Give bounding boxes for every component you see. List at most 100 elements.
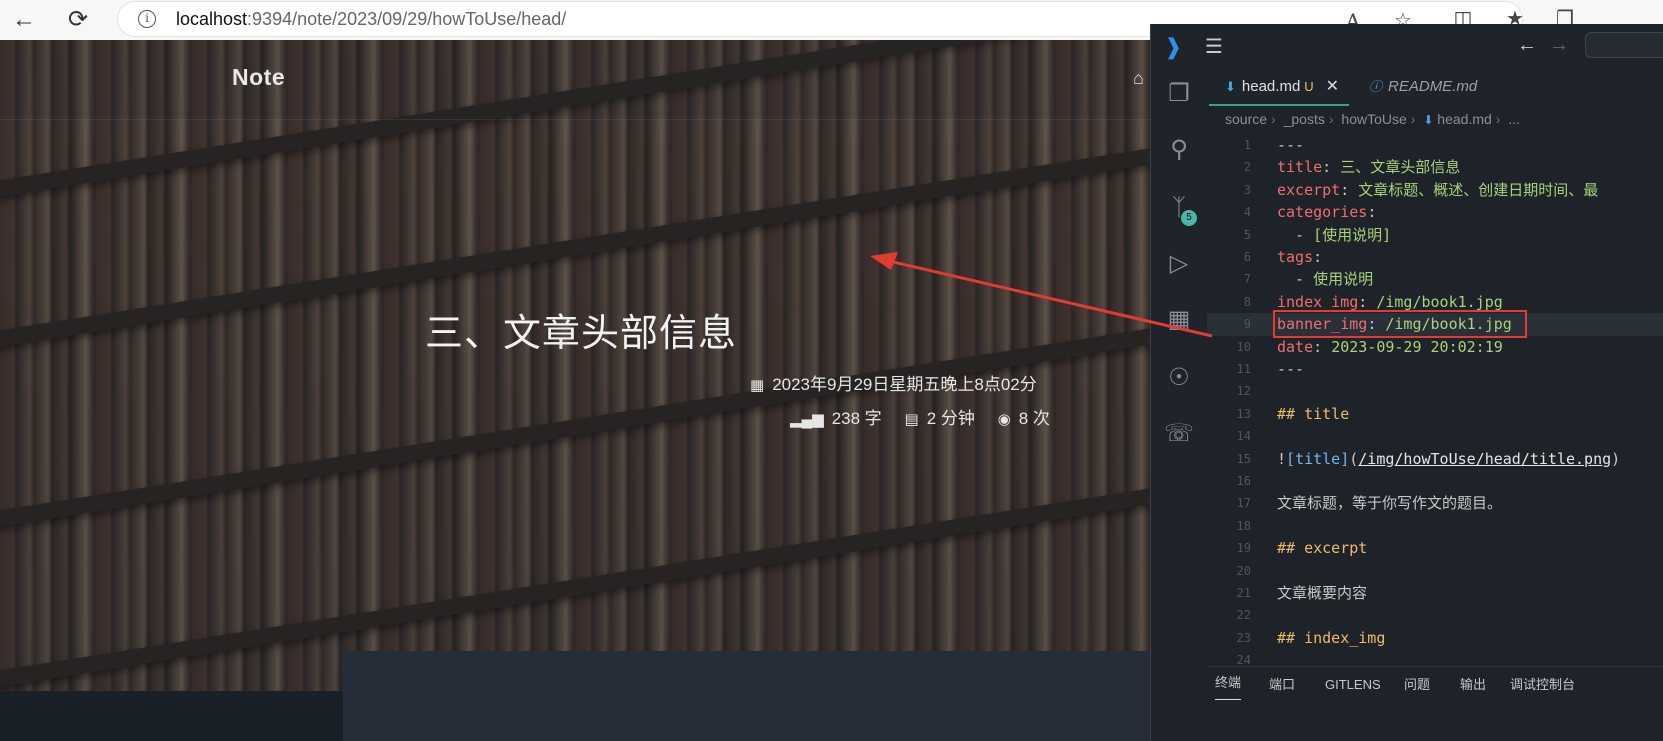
- panel-tab-output[interactable]: 输出: [1460, 667, 1486, 703]
- calendar-icon: ▦: [750, 377, 765, 394]
- post-stats: ▂▄▆ 238 字 ▤ 2 分钟 ◉ 8 次: [790, 404, 1068, 429]
- code-line[interactable]: 17 文章标题，等于你写作文的题目。: [1207, 492, 1663, 514]
- code-token: ---: [1277, 360, 1305, 378]
- code-line[interactable]: 3 excerpt: 文章标题、概述、创建日期时间、最: [1207, 179, 1663, 201]
- breadcrumb: source › _posts › howToUse › ⬇ head.md › ...: [1225, 111, 1521, 127]
- code-line[interactable]: 6 tags:: [1207, 246, 1663, 268]
- command-center[interactable]: [1585, 32, 1663, 58]
- line-number: 20: [1236, 563, 1251, 578]
- vscode-window: ❱ ☰ ← → ❐ ⚲ ᛉ5 ▷ ▦ ☉ ☏ ⬇ head.md U ✕ ⓘ READM…: [1150, 24, 1663, 741]
- home-icon[interactable]: ⌂: [1133, 68, 1144, 89]
- line-number: 18: [1236, 518, 1251, 533]
- line-number: 14: [1236, 429, 1251, 444]
- line-number: 3: [1243, 182, 1251, 197]
- code-line[interactable]: 1 ---: [1207, 134, 1663, 156]
- site-brand[interactable]: Note: [232, 64, 285, 91]
- code-editor[interactable]: 24 23 ## index_img 22 21 文章概要内容 20 19 ## excerpt…: [1207, 132, 1663, 672]
- line-number: 19: [1236, 541, 1251, 556]
- code-token: /img/howToUse/head/title.png: [1358, 449, 1612, 468]
- run-debug-icon[interactable]: ▷: [1151, 244, 1207, 284]
- code-token: -: [1277, 225, 1314, 244]
- remote-explorer-icon[interactable]: ☏: [1151, 414, 1207, 454]
- code-token: /img/book1.jpg: [1376, 292, 1503, 311]
- git-graph-icon[interactable]: ☉: [1151, 358, 1207, 398]
- chart-icon: ▂▄▆: [790, 411, 824, 428]
- code-token: :: [1313, 337, 1332, 356]
- reload-icon[interactable]: ⟳: [62, 4, 94, 36]
- back-icon[interactable]: ←: [8, 4, 40, 36]
- menu-icon[interactable]: ☰: [1205, 34, 1223, 59]
- tab-head-md[interactable]: ⬇ head.md U ✕: [1209, 68, 1349, 106]
- code-line[interactable]: 5 - [使用说明]: [1207, 224, 1663, 246]
- code-token: [使用说明]: [1313, 225, 1392, 244]
- scm-badge: 5: [1181, 210, 1197, 226]
- line-number: 1: [1243, 138, 1251, 152]
- code-line[interactable]: 15 ![title](/img/howToUse/head/title.png): [1207, 448, 1663, 470]
- code-token: ## index_img: [1277, 628, 1386, 647]
- code-token: categories: [1277, 203, 1368, 222]
- line-number: 21: [1236, 586, 1251, 600]
- code-text: 文章概要内容: [1277, 582, 1367, 604]
- code-text: 文章标题，等于你写作文的题目。: [1277, 492, 1502, 514]
- nav-forward-icon[interactable]: →: [1549, 34, 1569, 57]
- code-text: categories:: [1277, 201, 1376, 223]
- code-token: (: [1349, 449, 1359, 468]
- line-number: 22: [1236, 608, 1251, 623]
- post-content-card: [343, 651, 1150, 741]
- code-token: 2023-09-29 20:02:19: [1331, 337, 1503, 356]
- code-line[interactable]: 23 ## index_img: [1207, 627, 1663, 649]
- panel-tab-ports[interactable]: 端口: [1269, 667, 1295, 703]
- panel-tab-gitlens[interactable]: GITLENS: [1325, 667, 1381, 703]
- code-line[interactable]: 22: [1207, 604, 1663, 626]
- line-number: 8: [1243, 294, 1251, 309]
- explorer-icon[interactable]: ❐: [1151, 74, 1207, 114]
- code-text: - 使用说明: [1277, 268, 1373, 290]
- line-number: 5: [1243, 227, 1251, 242]
- code-line[interactable]: 19 ## excerpt: [1207, 537, 1663, 559]
- panel-tab-debug-console[interactable]: 调试控制台: [1510, 667, 1575, 703]
- tab-readme-md[interactable]: ⓘ README.md: [1361, 68, 1541, 106]
- code-text: excerpt: 文章标题、概述、创建日期时间、最: [1277, 179, 1598, 201]
- url-text[interactable]: localhost:9394/note/2023/09/29/howToUse/…: [176, 9, 566, 30]
- code-line[interactable]: 14: [1207, 425, 1663, 447]
- code-line[interactable]: 10 date: 2023-09-29 20:02:19: [1207, 336, 1663, 358]
- code-token: !: [1277, 449, 1287, 468]
- code-token: 文章概要内容: [1277, 584, 1368, 602]
- code-line[interactable]: 16: [1207, 470, 1663, 492]
- code-text: title: 三、文章头部信息: [1277, 156, 1460, 178]
- code-line[interactable]: 7 - 使用说明: [1207, 268, 1663, 290]
- code-token: :: [1340, 180, 1359, 199]
- code-token: ---: [1277, 136, 1305, 154]
- line-number: 11: [1236, 362, 1251, 376]
- panel-tab-terminal[interactable]: 终端: [1215, 667, 1242, 700]
- code-token: :: [1358, 292, 1377, 311]
- line-number: 4: [1243, 205, 1251, 220]
- extensions-icon[interactable]: ▦: [1151, 300, 1207, 340]
- code-token: ## title: [1277, 404, 1350, 423]
- close-icon[interactable]: ✕: [1326, 78, 1339, 95]
- code-token: 使用说明: [1313, 270, 1374, 289]
- panel-tabs: 终端 端口 GITLENS 问题 输出 调试控制台: [1207, 666, 1663, 702]
- code-line[interactable]: 21 文章概要内容: [1207, 582, 1663, 604]
- banner-image: [0, 40, 1150, 691]
- code-line[interactable]: 12: [1207, 380, 1663, 402]
- code-text: date: 2023-09-29 20:02:19: [1277, 336, 1503, 358]
- source-control-icon[interactable]: ᛉ5: [1151, 188, 1207, 228]
- info-icon[interactable]: i: [138, 10, 156, 28]
- read-time: ▤ 2 分钟: [904, 409, 975, 428]
- code-line[interactable]: 13 ## title: [1207, 403, 1663, 425]
- code-line[interactable]: 4 categories:: [1207, 201, 1663, 223]
- code-text: ![title](/img/howToUse/head/title.png): [1277, 448, 1620, 470]
- code-line[interactable]: 20: [1207, 560, 1663, 582]
- code-line[interactable]: 18: [1207, 515, 1663, 537]
- untracked-badge: U: [1304, 79, 1314, 94]
- code-token: title: [1277, 158, 1323, 177]
- code-line[interactable]: 11 ---: [1207, 358, 1663, 380]
- line-number: 9: [1243, 317, 1251, 332]
- nav-back-icon[interactable]: ←: [1517, 34, 1537, 57]
- line-number: 7: [1243, 272, 1251, 287]
- vscode-titlebar: ❱ ☰ ← →: [1151, 24, 1663, 68]
- code-line[interactable]: 2 title: 三、文章头部信息: [1207, 156, 1663, 178]
- search-icon[interactable]: ⚲: [1151, 130, 1207, 170]
- panel-tab-problems[interactable]: 问题: [1404, 667, 1430, 703]
